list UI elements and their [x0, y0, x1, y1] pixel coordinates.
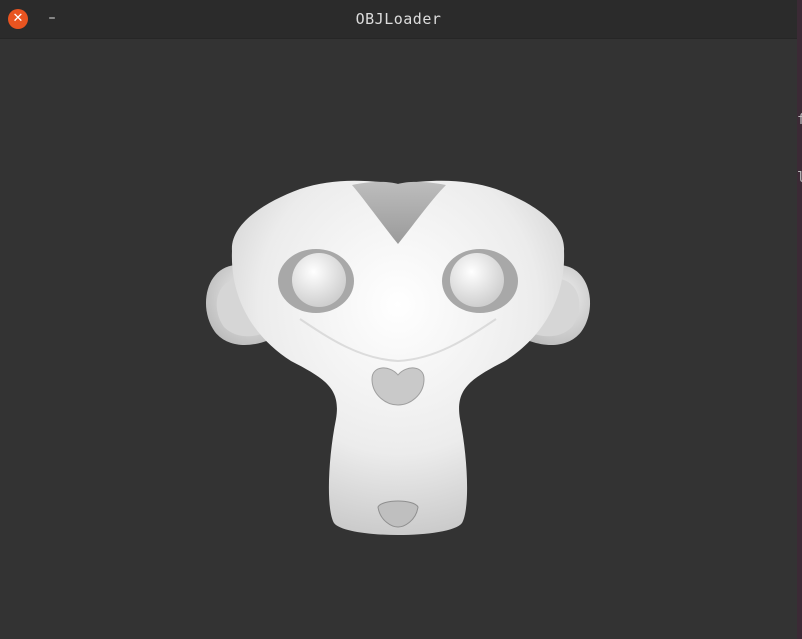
close-button[interactable]: ✕ — [8, 9, 28, 29]
left-eye — [278, 249, 354, 313]
window-title: OBJLoader — [355, 10, 442, 28]
objloader-window: ✕ – OBJLoader — [0, 0, 797, 639]
close-icon: ✕ — [12, 11, 24, 26]
render-viewport[interactable] — [0, 39, 797, 639]
minimize-icon: – — [48, 10, 56, 26]
minimize-button[interactable]: – — [42, 8, 62, 28]
right-eye — [442, 249, 518, 313]
background-window-text: f — [797, 112, 802, 128]
background-window-text: l — [797, 170, 802, 186]
monkey-head-icon — [205, 180, 591, 535]
title-bar[interactable]: ✕ – OBJLoader — [0, 0, 797, 39]
background-window-edge — [797, 0, 802, 639]
